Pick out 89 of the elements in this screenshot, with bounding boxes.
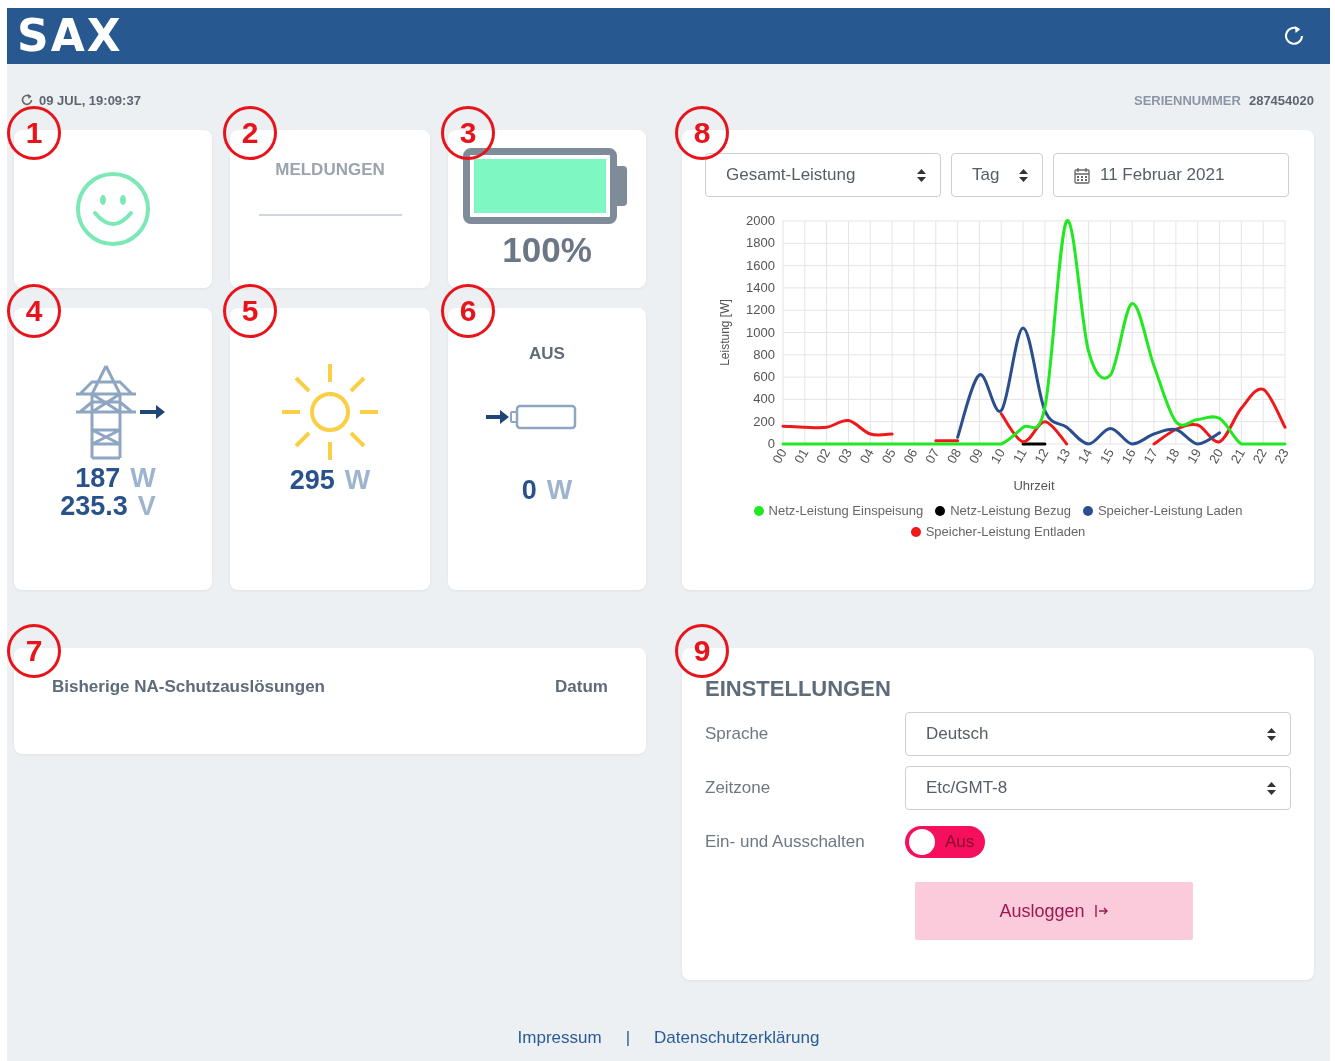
date-picker[interactable]: 11 Februar 2021 (1053, 153, 1289, 197)
legend-item[interactable]: Speicher-Leistung Laden (1082, 503, 1243, 518)
tick-label: 1200 (746, 302, 775, 318)
sort-icon (1019, 168, 1028, 182)
legend-item[interactable]: Netz-Leistung Bezug (935, 503, 1071, 518)
callout-marker: 2 (223, 106, 277, 160)
tick-label: 600 (753, 369, 775, 385)
tick-label: 22 (1249, 446, 1270, 467)
reading-value: 295 (289, 466, 335, 494)
section-title: EINSTELLUNGEN (705, 676, 892, 702)
reading-unit: W (344, 466, 371, 494)
column-header: Datum (555, 677, 608, 698)
tick-label: 16 (1118, 446, 1139, 467)
sun-icon (280, 362, 380, 462)
tick-label: 15 (1096, 446, 1117, 467)
reading-value: 235.3 (60, 492, 128, 520)
tick-label: 18 (1162, 446, 1183, 467)
sort-icon (917, 168, 926, 182)
legend-item[interactable]: Netz-Leistung Einspeisung (753, 503, 924, 518)
timestamp: 09 JUL, 19:09:37 (39, 92, 141, 108)
tick-label: 21 (1227, 446, 1248, 467)
tick-label: 11 (1009, 446, 1030, 466)
reading-unit: W (130, 464, 156, 492)
dropdown[interactable]: Tag (951, 153, 1043, 197)
tick-label: 06 (900, 446, 921, 467)
separator: | (625, 1028, 631, 1048)
footer-link[interactable]: Datenschutzerklärung (654, 1028, 820, 1048)
column-header: Bisherige NA-Schutzauslösungen (52, 677, 325, 698)
logout-icon (1094, 904, 1109, 918)
tick-label: 800 (753, 346, 775, 362)
tick-label: 08 (944, 446, 965, 467)
tick-label: 13 (1053, 446, 1074, 467)
dropdown[interactable]: Etc/GMT-8 (905, 766, 1291, 810)
tick-label: 03 (834, 446, 856, 467)
tick-label: 09 (965, 446, 987, 467)
reading-unit: V (137, 492, 156, 520)
sort-icon (1267, 781, 1276, 795)
reading-value: 0 (521, 476, 537, 504)
refresh-icon[interactable] (1282, 24, 1306, 48)
refresh-icon[interactable] (21, 94, 33, 106)
tick-label: 17 (1140, 446, 1161, 467)
serial-label: SERIENNUMMER (1134, 92, 1241, 108)
callout-marker: 1 (7, 106, 61, 160)
tick-label: 0 (767, 436, 775, 451)
tick-label: 400 (753, 391, 775, 407)
state-label: AUS (529, 344, 565, 364)
logo: SAX (17, 14, 123, 58)
reading-unit: W (546, 476, 573, 504)
callout-marker: 4 (7, 284, 61, 338)
callout-marker: 9 (675, 624, 729, 678)
field-label: Ein- und Ausschalten (705, 832, 866, 852)
field-label: Zeitzone (705, 778, 772, 798)
legend-item[interactable]: Speicher-Leistung Entladen (910, 524, 1086, 539)
logout-button[interactable]: Ausloggen (915, 882, 1193, 940)
tick-label: 23 (1271, 446, 1292, 467)
tick-label: 1800 (746, 235, 775, 251)
callout-marker: 5 (223, 284, 277, 338)
tick-label: 01 (791, 446, 812, 467)
tick-label: 19 (1184, 446, 1205, 467)
tick-label: 12 (1031, 446, 1052, 467)
tick-label: 2000 (746, 213, 775, 228)
sort-icon (1267, 727, 1276, 741)
power-pylon-icon (74, 364, 166, 460)
tick-label: 1600 (746, 257, 775, 273)
tick-label: 1400 (746, 279, 775, 295)
reading-value: 187 (75, 464, 121, 492)
tick-label: 07 (922, 446, 943, 467)
axis-title: Uhrzeit (1013, 478, 1055, 493)
calendar-icon (1074, 166, 1090, 184)
footer-link[interactable]: Impressum (517, 1028, 602, 1048)
battery-charge-icon (486, 404, 578, 430)
tick-label: 1000 (746, 324, 775, 340)
field-label: Sprache (705, 724, 770, 744)
serial-number: 287454020 (1248, 92, 1314, 108)
tick-label: 200 (753, 413, 775, 429)
callout-marker: 6 (441, 284, 495, 338)
battery-percent: 100% (502, 230, 592, 270)
tick-label: 20 (1205, 446, 1227, 467)
tile-title: MELDUNGEN (275, 160, 385, 180)
axis-title: Leistung [W] (718, 299, 732, 366)
callout-marker: 7 (7, 624, 61, 678)
tick-label: 04 (856, 446, 877, 467)
tick-label: 05 (878, 446, 899, 467)
dropdown[interactable]: Gesamt-Leistung (705, 153, 941, 197)
smiley-icon (75, 171, 151, 247)
tick-label: 14 (1074, 446, 1096, 467)
tick-label: 10 (987, 446, 1008, 467)
tick-label: 02 (813, 446, 834, 467)
dropdown[interactable]: Deutsch (905, 712, 1291, 756)
